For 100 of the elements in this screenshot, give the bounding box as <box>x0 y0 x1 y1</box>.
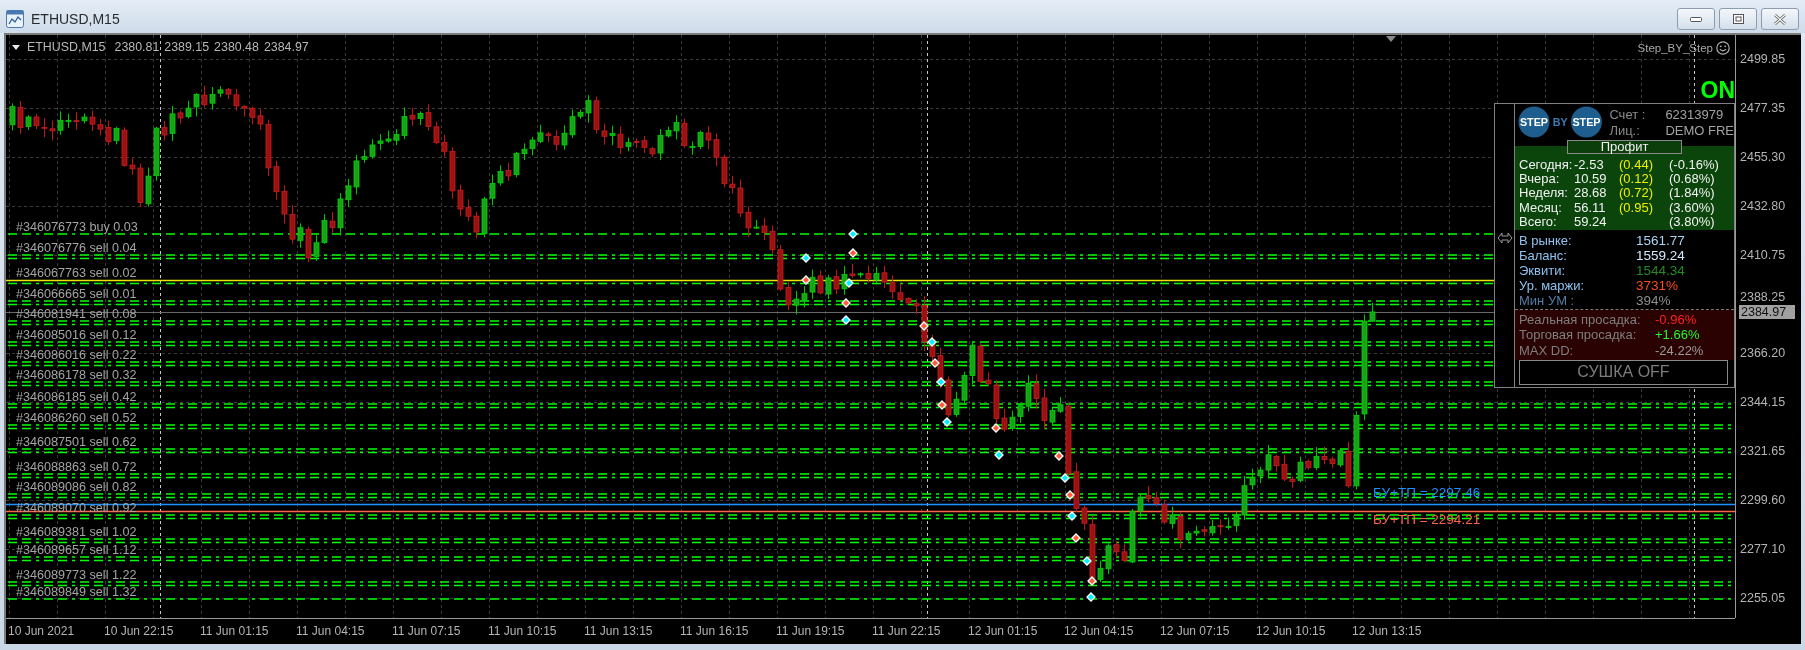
price-label: 2432.80 <box>1740 198 1786 214</box>
stat-label: Эквити: <box>1519 264 1567 279</box>
price-label: 2366.20 <box>1740 345 1786 361</box>
percent-value: (1.84%) <box>1669 186 1716 201</box>
expert-name: Step_BY_Step <box>1637 41 1713 55</box>
row-label: Всего: <box>1519 214 1557 229</box>
breakeven-label: БУ+ТП = 2297.46 <box>1373 485 1481 500</box>
trade-marker-icon <box>1082 556 1092 566</box>
order-label: #346076773 buy 0.03 <box>16 220 138 234</box>
price-label: 2499.85 <box>1740 51 1786 67</box>
row-label: Сегодня: <box>1519 158 1574 173</box>
stat-value: 1561.77 <box>1636 234 1685 249</box>
order-label: #346089657 sell 1.12 <box>16 543 137 557</box>
drying-button[interactable]: СУШКА OFF <box>1519 359 1728 385</box>
order-label: #346086260 sell 0.52 <box>16 411 137 425</box>
smiley-icon <box>1716 41 1730 55</box>
stat-label: Ур. маржи: <box>1519 279 1586 294</box>
section-title: Профит <box>1567 140 1682 154</box>
time-label: 11 Jun 19:15 <box>776 623 845 639</box>
row-label: Вчера: <box>1519 172 1560 187</box>
dropdown-triangle-icon[interactable] <box>12 45 20 50</box>
drawdown-value: +1.66% <box>1655 328 1701 343</box>
ohlc-value: 2380.48 <box>214 40 259 55</box>
profit-amount: 59.24 <box>1574 214 1608 229</box>
percent-value: (3.80%) <box>1669 214 1716 229</box>
order-label: #346089773 sell 1.22 <box>16 568 137 582</box>
close-icon <box>1774 13 1786 25</box>
trade-marker-icon <box>848 229 858 239</box>
stat-value: 3731% <box>1636 279 1679 294</box>
order-label: #346086185 sell 0.42 <box>16 390 137 404</box>
order-label: #346066665 sell 0.01 <box>16 287 137 301</box>
drawdown-value: -24.22% <box>1655 343 1705 358</box>
price-label: 2388.25 <box>1740 289 1786 305</box>
trade-marker-icon <box>801 275 811 285</box>
profit-amount: 10.59 <box>1574 172 1608 187</box>
time-label: 10 Jun 2021 <box>8 623 75 639</box>
account-label: Счет : <box>1609 106 1647 122</box>
stat-label: В рынке: <box>1519 234 1573 249</box>
trade-marker-icon <box>848 248 858 258</box>
time-label: 11 Jun 16:15 <box>680 623 749 639</box>
trade-marker-icon <box>936 377 946 387</box>
time-label: 12 Jun 04:15 <box>1064 623 1134 639</box>
trade-marker-icon <box>1060 473 1070 483</box>
time-label: 11 Jun 22:15 <box>872 623 941 639</box>
order-label: #346086016 sell 0.22 <box>16 348 137 362</box>
double-arrow-icon <box>1496 232 1513 244</box>
time-label: 11 Jun 04:15 <box>296 623 365 639</box>
price-label: 2477.35 <box>1740 100 1786 116</box>
order-label: #346076776 sell 0.04 <box>16 241 137 255</box>
trade-marker-icon <box>1065 490 1075 500</box>
price-label: 2277.10 <box>1740 541 1786 557</box>
minimize-button[interactable] <box>1677 8 1715 30</box>
logo: STEP BY STEP <box>1518 105 1603 139</box>
percent-value: (3.60%) <box>1669 200 1716 215</box>
account-label: Лиц.: <box>1609 122 1641 138</box>
trade-marker-icon <box>1067 511 1077 521</box>
profit-amount: -2.53 <box>1574 158 1605 173</box>
drawdown-value: -0.96% <box>1655 312 1698 327</box>
price-label: 2344.15 <box>1740 394 1786 410</box>
trade-marker-icon <box>991 423 1001 433</box>
drawdown-label: Торговая просадка: <box>1519 328 1638 343</box>
lots-value: (0.44) <box>1619 158 1654 173</box>
trade-marker-icon <box>1086 592 1096 602</box>
stat-value: 1544.34 <box>1636 264 1685 279</box>
close-button[interactable] <box>1761 8 1799 30</box>
time-label: 12 Jun 07:15 <box>1160 623 1230 639</box>
price-label: 2255.05 <box>1740 590 1786 606</box>
stat-value: 1559.24 <box>1636 249 1685 264</box>
ohlc-value: 2384.97 <box>263 40 309 55</box>
order-label: #346067763 sell 0.02 <box>16 266 137 280</box>
profit-amount: 28.68 <box>1574 186 1608 201</box>
order-label: #346089086 sell 0.82 <box>16 480 137 494</box>
time-label: 10 Jun 22:15 <box>104 623 174 639</box>
stat-label: Баланс: <box>1519 249 1568 264</box>
price-label: 2410.75 <box>1740 247 1786 263</box>
order-label: #346089849 sell 1.32 <box>16 585 137 599</box>
account-value: DEMO FRE <box>1665 122 1734 138</box>
time-label: 11 Jun 13:15 <box>584 623 653 639</box>
trade-marker-icon <box>1071 533 1081 543</box>
percent-value: (-0.16%) <box>1669 158 1720 173</box>
order-label: #346089381 sell 1.02 <box>16 525 137 539</box>
percent-value: (0.68%) <box>1669 172 1715 187</box>
maximize-button[interactable] <box>1719 8 1757 30</box>
row-label: Неделя: <box>1519 186 1569 201</box>
stat-label: Мин УМ : <box>1519 294 1576 309</box>
row-label: Месяц: <box>1519 200 1562 215</box>
trade-marker-icon <box>942 417 952 427</box>
window-title: ETHUSD,M15 <box>31 11 120 27</box>
trade-marker-icon <box>1054 451 1064 461</box>
ohlc-value: 2380.81 <box>114 40 160 55</box>
panel-handle[interactable] <box>1494 103 1514 388</box>
drawdown-label: MAX DD: <box>1519 343 1575 358</box>
time-label: 12 Jun 13:15 <box>1352 623 1422 639</box>
chart-symbol: ETHUSD,M15 <box>27 40 106 55</box>
chart-window-icon <box>6 10 24 28</box>
time-label: 11 Jun 10:15 <box>488 623 557 639</box>
trade-marker-icon <box>930 358 940 368</box>
triangle-marker-icon[interactable] <box>1386 36 1396 42</box>
expert-status: ON <box>1700 79 1735 101</box>
trade-marker-icon <box>841 298 851 308</box>
